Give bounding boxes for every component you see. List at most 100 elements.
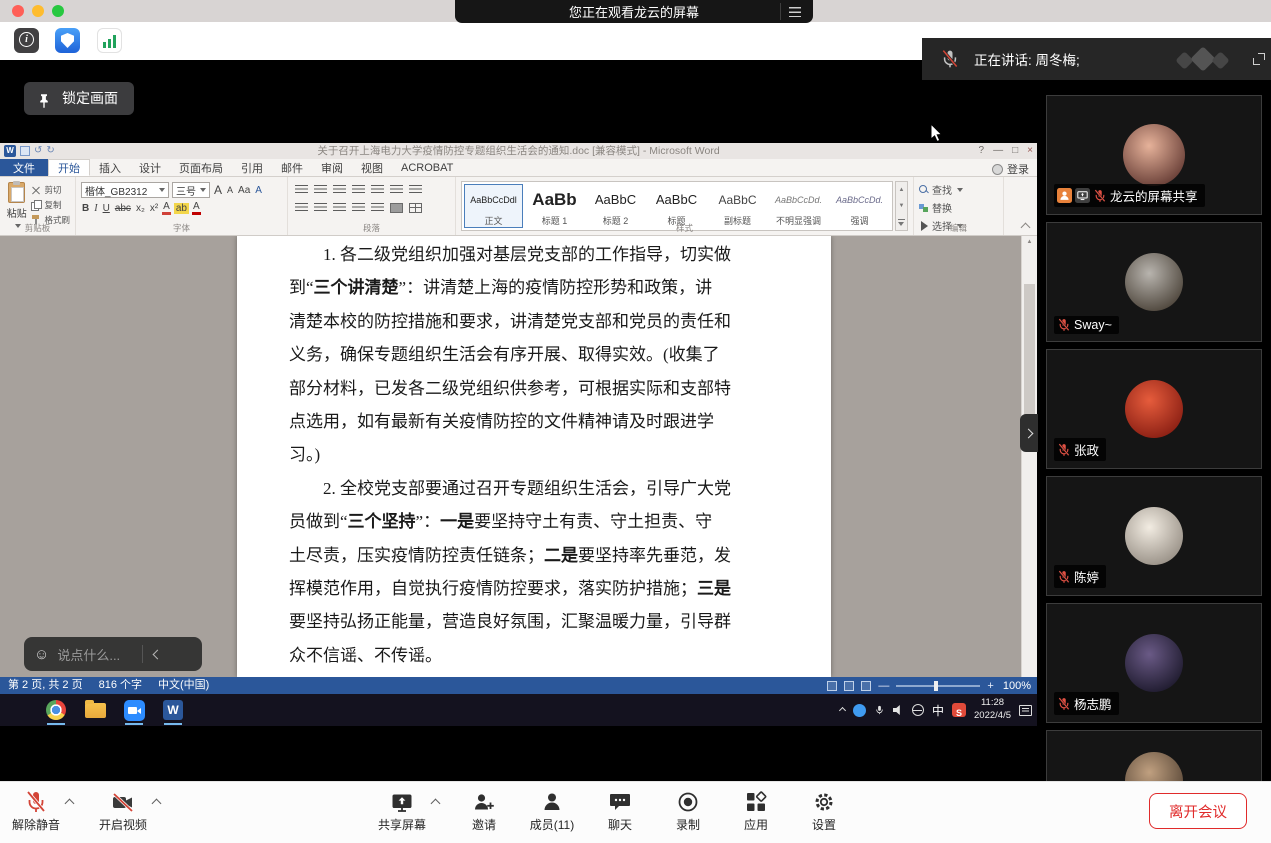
participant-tile[interactable]: 杨志鹏 — [1046, 603, 1262, 723]
fullscreen-window-button[interactable] — [52, 5, 64, 17]
show-marks-icon[interactable] — [409, 185, 422, 195]
start-button[interactable] — [11, 704, 24, 717]
bullets-icon[interactable] — [295, 185, 308, 195]
paste-button[interactable]: 粘贴 — [5, 181, 28, 223]
apps-button[interactable]: 应用 — [733, 790, 779, 833]
font-name-select[interactable]: 楷体_GB2312 — [81, 182, 169, 198]
page-indicator[interactable]: 第 2 页, 共 2 页 — [8, 677, 83, 694]
document-page[interactable]: 1. 各二级党组织加强对基层党支部的工作指导，切实做到“三个讲清楚”：讲清楚上海… — [237, 236, 831, 677]
zoom-out-button[interactable]: — — [878, 680, 889, 692]
word-app-icon[interactable]: W — [161, 698, 185, 722]
participant-tile[interactable]: 龙云的屏幕共享 — [1046, 95, 1262, 215]
shading-icon[interactable] — [390, 203, 403, 213]
chat-input-placeholder[interactable]: 说点什么... — [57, 645, 120, 664]
banner-menu-icon[interactable] — [780, 3, 808, 20]
justify-icon[interactable] — [352, 203, 365, 213]
collapse-chat-icon[interactable] — [153, 649, 163, 659]
web-layout-button[interactable] — [861, 681, 871, 691]
collapse-ribbon-icon[interactable] — [1021, 223, 1031, 233]
chrome-icon[interactable] — [44, 698, 68, 722]
highlight-button[interactable]: ab — [174, 203, 189, 214]
settings-button[interactable]: 设置 — [801, 790, 847, 833]
sort-icon[interactable] — [390, 185, 403, 195]
ime-indicator[interactable]: 中 — [932, 702, 944, 719]
participant-tile[interactable]: Sway~ — [1046, 222, 1262, 342]
gallery-up-icon[interactable]: ▲ — [899, 187, 905, 193]
ribbon-tab-文件[interactable]: 文件 — [0, 159, 48, 176]
subscript-button[interactable]: x₂ — [135, 203, 146, 214]
ribbon-tab-邮件[interactable]: 邮件 — [272, 159, 312, 176]
word-count[interactable]: 816 个字 — [99, 677, 142, 694]
close-window-button[interactable] — [12, 5, 24, 17]
share-screen-button[interactable]: 共享屏幕 — [378, 790, 426, 833]
quick-chat-bar[interactable]: ☺ 说点什么... — [24, 637, 202, 671]
strikethrough-button[interactable]: abc — [114, 203, 132, 214]
close-button[interactable]: × — [1027, 143, 1033, 159]
meeting-app-icon[interactable] — [122, 698, 146, 722]
participant-tile[interactable]: 张政 — [1046, 349, 1262, 469]
save-icon[interactable] — [20, 146, 30, 156]
expand-view-button[interactable] — [1246, 38, 1271, 80]
decrease-indent-icon[interactable] — [352, 185, 365, 195]
shrink-font-button[interactable]: A — [226, 185, 234, 195]
chevron-up-icon[interactable] — [431, 799, 441, 809]
ribbon-tab-页面布局[interactable]: 页面布局 — [170, 159, 232, 176]
emoji-icon[interactable]: ☺ — [34, 647, 49, 662]
minimize-button[interactable]: — — [993, 143, 1003, 159]
members-button[interactable]: 成员(11) — [529, 790, 575, 833]
notification-center-icon[interactable] — [1019, 705, 1032, 716]
sogou-tray-icon[interactable]: S — [952, 703, 966, 717]
bold-button[interactable]: B — [81, 203, 90, 214]
align-right-icon[interactable] — [333, 203, 346, 213]
grow-font-button[interactable]: A — [213, 183, 223, 197]
line-spacing-icon[interactable] — [371, 203, 384, 213]
superscript-button[interactable]: x² — [149, 203, 159, 214]
cut-button[interactable]: 剪切 — [31, 184, 70, 196]
volume-tray-icon[interactable] — [893, 705, 904, 715]
meeting-info-icon[interactable]: i — [14, 28, 39, 53]
ribbon-tab-视图[interactable]: 视图 — [352, 159, 392, 176]
undo-icon[interactable]: ↺ — [34, 144, 42, 158]
ribbon-tab-ACROBAT[interactable]: ACROBAT — [392, 159, 462, 176]
network-stats-icon[interactable] — [97, 28, 122, 53]
zoom-slider-thumb[interactable] — [934, 681, 938, 691]
invite-button[interactable]: 邀请 — [461, 790, 507, 833]
italic-button[interactable]: I — [93, 203, 98, 214]
sign-in-button[interactable]: 登录 — [992, 161, 1029, 177]
align-left-icon[interactable] — [295, 203, 308, 213]
scroll-up-icon[interactable]: ▲ — [1022, 239, 1037, 245]
lock-view-button[interactable]: 锁定画面 — [24, 82, 134, 115]
start-video-button[interactable]: 开启视频 — [99, 790, 147, 833]
chevron-up-icon[interactable] — [65, 799, 75, 809]
font-color-button[interactable]: A — [192, 201, 201, 215]
ribbon-tab-设计[interactable]: 设计 — [130, 159, 170, 176]
taskbar-clock[interactable]: 11:28 2022/4/5 — [974, 697, 1011, 723]
leave-meeting-button[interactable]: 离开会议 — [1149, 793, 1247, 829]
underline-button[interactable]: U — [102, 203, 111, 214]
participant-tile[interactable] — [1046, 730, 1262, 781]
text-effects-button[interactable]: A — [162, 201, 171, 215]
scrollbar-thumb[interactable] — [1024, 284, 1035, 419]
record-button[interactable]: 录制 — [665, 790, 711, 833]
help-button[interactable]: ? — [979, 143, 985, 159]
redo-icon[interactable]: ↻ — [46, 144, 54, 158]
network-tray-icon[interactable] — [912, 704, 924, 716]
vertical-scrollbar[interactable]: ▲ — [1021, 236, 1037, 677]
restore-button[interactable]: □ — [1012, 143, 1018, 159]
tray-expand-icon[interactable] — [839, 706, 846, 713]
language-indicator[interactable]: 中文(中国) — [158, 677, 209, 694]
qq-tray-icon[interactable] — [853, 704, 866, 717]
zoom-in-button[interactable]: + — [987, 680, 993, 692]
copy-button[interactable]: 复制 — [31, 199, 70, 211]
participant-tile[interactable]: 陈婷 — [1046, 476, 1262, 596]
chat-button[interactable]: 聊天 — [597, 790, 643, 833]
zoom-level[interactable]: 100% — [1003, 680, 1031, 692]
mic-tray-icon[interactable] — [874, 703, 885, 717]
ribbon-tab-开始[interactable]: 开始 — [48, 159, 90, 176]
sidebar-collapse-handle[interactable] — [1020, 414, 1038, 452]
phonetic-guide-button[interactable]: A — [254, 185, 263, 196]
numbering-icon[interactable] — [314, 185, 327, 195]
read-mode-button[interactable] — [827, 681, 837, 691]
unmute-button[interactable]: 解除静音 — [12, 790, 60, 833]
minimize-window-button[interactable] — [32, 5, 44, 17]
